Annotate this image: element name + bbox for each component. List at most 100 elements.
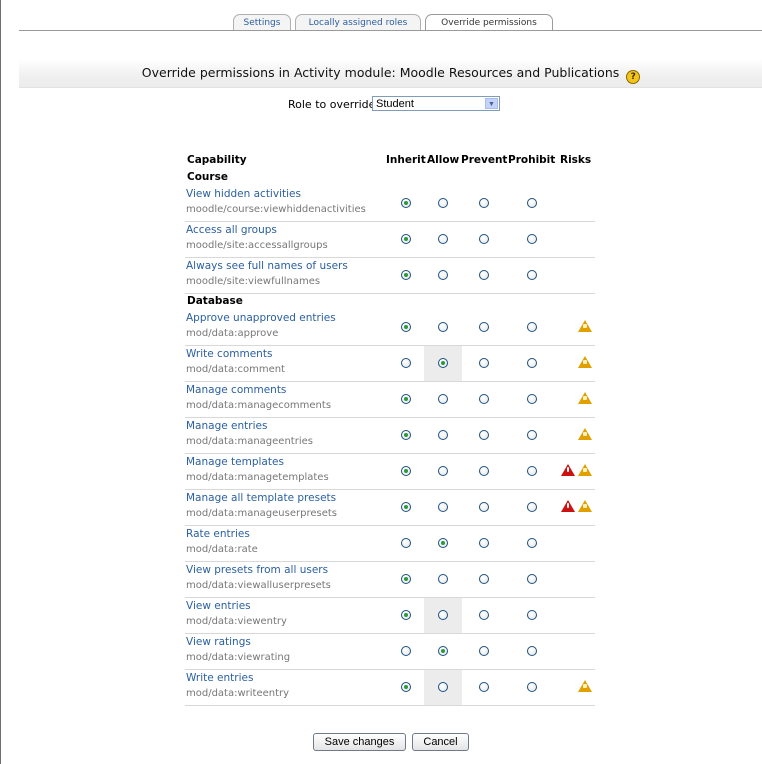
capability-name-link[interactable]: View entries xyxy=(186,600,251,613)
radio-prevent[interactable] xyxy=(479,682,489,692)
tab-locally-assigned-roles[interactable]: Locally assigned roles xyxy=(295,14,421,30)
save-changes-button[interactable]: Save changes xyxy=(313,733,406,751)
radio-inherit[interactable] xyxy=(401,198,411,208)
radio-inherit[interactable] xyxy=(401,234,411,244)
radio-allow[interactable] xyxy=(438,394,448,404)
radio-inherit[interactable] xyxy=(401,610,411,620)
column-header-prevent: Prevent xyxy=(461,154,508,166)
radio-prohibit[interactable] xyxy=(527,646,537,656)
radio-prevent[interactable] xyxy=(479,466,489,476)
capability-name-link[interactable]: View presets from all users xyxy=(186,564,328,577)
risk-spam-icon[interactable] xyxy=(578,320,592,332)
capability-name-link[interactable]: Write comments xyxy=(186,348,272,361)
radio-inherit[interactable] xyxy=(401,430,411,440)
risk-spam-icon[interactable] xyxy=(578,392,592,404)
capability-row: View ratings mod/data:viewrating xyxy=(185,634,595,670)
radio-allow[interactable] xyxy=(438,682,448,692)
radio-prohibit[interactable] xyxy=(527,394,537,404)
capability-name-link[interactable]: Manage templates xyxy=(186,456,284,469)
column-header-capability: Capability xyxy=(187,154,247,166)
tab-override-permissions[interactable]: Override permissions xyxy=(425,14,553,31)
capability-name-link[interactable]: View ratings xyxy=(186,636,251,649)
radio-prevent[interactable] xyxy=(479,234,489,244)
radio-allow[interactable] xyxy=(438,502,448,512)
radio-prohibit[interactable] xyxy=(527,682,537,692)
radio-prevent[interactable] xyxy=(479,646,489,656)
radio-prohibit[interactable] xyxy=(527,502,537,512)
radio-prohibit[interactable] xyxy=(527,538,537,548)
radio-allow[interactable] xyxy=(438,358,448,368)
risk-spam-icon[interactable] xyxy=(578,356,592,368)
radio-prevent[interactable] xyxy=(479,430,489,440)
risk-spam-icon[interactable] xyxy=(578,500,592,512)
column-header-inherit: Inherit xyxy=(386,154,426,166)
radio-prohibit[interactable] xyxy=(527,430,537,440)
capability-name-link[interactable]: Manage comments xyxy=(186,384,286,397)
risk-xss-icon[interactable] xyxy=(561,464,575,476)
radio-inherit[interactable] xyxy=(401,574,411,584)
capability-row: Manage entries mod/data:manageentries xyxy=(185,418,595,454)
radio-inherit[interactable] xyxy=(401,646,411,656)
capability-name-link[interactable]: Rate entries xyxy=(186,528,250,541)
radio-prevent[interactable] xyxy=(479,394,489,404)
radio-inherit[interactable] xyxy=(401,270,411,280)
radio-prevent[interactable] xyxy=(479,538,489,548)
capability-id: mod/data:managecomments xyxy=(186,400,332,411)
cancel-button[interactable]: Cancel xyxy=(412,733,469,751)
column-header-prohibit: Prohibit xyxy=(508,154,556,166)
radio-allow[interactable] xyxy=(438,466,448,476)
radio-allow[interactable] xyxy=(438,234,448,244)
capability-id: mod/data:viewalluserpresets xyxy=(186,580,331,591)
column-header-allow: Allow xyxy=(427,154,460,166)
radio-prohibit[interactable] xyxy=(527,198,537,208)
radio-inherit[interactable] xyxy=(401,358,411,368)
radio-allow[interactable] xyxy=(438,430,448,440)
radio-inherit[interactable] xyxy=(401,466,411,476)
capability-name-link[interactable]: View hidden activities xyxy=(186,188,301,201)
capability-name-link[interactable]: Write entries xyxy=(186,672,253,685)
capability-id: moodle/site:accessallgroups xyxy=(186,240,328,251)
radio-prohibit[interactable] xyxy=(527,270,537,280)
capability-row: Manage templates mod/data:managetemplates xyxy=(185,454,595,490)
risk-spam-icon[interactable] xyxy=(578,464,592,476)
radio-prohibit[interactable] xyxy=(527,610,537,620)
radio-inherit[interactable] xyxy=(401,538,411,548)
risk-spam-icon[interactable] xyxy=(578,680,592,692)
radio-prohibit[interactable] xyxy=(527,234,537,244)
radio-prohibit[interactable] xyxy=(527,358,537,368)
radio-prohibit[interactable] xyxy=(527,322,537,332)
radio-allow[interactable] xyxy=(438,538,448,548)
radio-prevent[interactable] xyxy=(479,610,489,620)
radio-prevent[interactable] xyxy=(479,574,489,584)
radio-prevent[interactable] xyxy=(479,502,489,512)
radio-inherit[interactable] xyxy=(401,394,411,404)
radio-inherit[interactable] xyxy=(401,502,411,512)
radio-prevent[interactable] xyxy=(479,322,489,332)
role-select[interactable]: Student ▼ xyxy=(372,96,500,111)
risk-spam-icon[interactable] xyxy=(578,428,592,440)
capability-name-link[interactable]: Approve unapproved entries xyxy=(186,312,336,325)
capability-name-link[interactable]: Always see full names of users xyxy=(186,260,348,273)
radio-allow[interactable] xyxy=(438,198,448,208)
radio-prevent[interactable] xyxy=(479,270,489,280)
risk-xss-icon[interactable] xyxy=(561,500,575,512)
radio-allow[interactable] xyxy=(438,646,448,656)
radio-prohibit[interactable] xyxy=(527,466,537,476)
radio-inherit[interactable] xyxy=(401,682,411,692)
radio-allow[interactable] xyxy=(438,270,448,280)
capability-name-link[interactable]: Manage all template presets xyxy=(186,492,336,505)
radio-inherit[interactable] xyxy=(401,322,411,332)
radio-prohibit[interactable] xyxy=(527,574,537,584)
radio-allow[interactable] xyxy=(438,322,448,332)
radio-prevent[interactable] xyxy=(479,358,489,368)
radio-allow[interactable] xyxy=(438,574,448,584)
chevron-down-icon[interactable]: ▼ xyxy=(485,98,498,109)
radio-allow[interactable] xyxy=(438,610,448,620)
radio-prevent[interactable] xyxy=(479,198,489,208)
capability-row: Approve unapproved entries mod/data:appro… xyxy=(185,310,595,346)
capability-name-link[interactable]: Manage entries xyxy=(186,420,267,433)
page-title-wrap: Override permissions in Activity module:… xyxy=(19,65,762,84)
tab-settings[interactable]: Settings xyxy=(233,14,291,30)
capability-name-link[interactable]: Access all groups xyxy=(186,224,277,237)
help-icon[interactable]: ? xyxy=(626,70,641,84)
